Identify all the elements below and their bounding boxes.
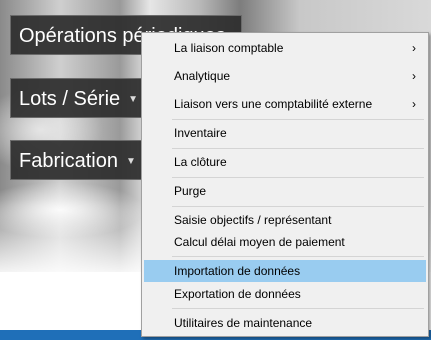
menu-item-label: Importation de données <box>174 264 301 278</box>
menu-item-exportation[interactable]: Exportation de données <box>144 283 426 305</box>
menu-separator <box>172 148 424 149</box>
context-menu: La liaison comptable › Analytique › Liai… <box>141 32 429 337</box>
menu-item-label: Calcul délai moyen de paiement <box>174 235 345 249</box>
fabrication-button[interactable]: Fabrication ▼ <box>10 140 148 180</box>
fabrication-label: Fabrication <box>19 150 118 172</box>
menu-item-utilitaires[interactable]: Utilitaires de maintenance <box>144 312 426 334</box>
lots-serie-label: Lots / Série <box>19 88 121 110</box>
menu-separator <box>172 256 424 257</box>
chevron-down-icon: ▼ <box>128 93 139 105</box>
menu-item-liaison-comptable[interactable]: La liaison comptable › <box>144 37 426 59</box>
menu-item-label: Purge <box>174 184 207 198</box>
submenu-arrow-icon: › <box>412 69 416 83</box>
menu-separator <box>172 119 424 120</box>
menu-item-purge[interactable]: Purge <box>144 180 426 202</box>
chevron-down-icon: ▼ <box>125 155 136 167</box>
menu-item-cloture[interactable]: La clôture <box>144 151 426 173</box>
menu-separator <box>172 308 424 309</box>
menu-item-calcul-delai[interactable]: Calcul délai moyen de paiement <box>144 231 426 253</box>
menu-item-importation[interactable]: Importation de données <box>144 260 426 282</box>
submenu-arrow-icon: › <box>412 41 416 55</box>
submenu-arrow-icon: › <box>412 97 416 111</box>
menu-item-label: Analytique <box>174 69 231 83</box>
menu-item-label: Inventaire <box>174 126 227 140</box>
menu-item-liaison-externe[interactable]: Liaison vers une comptabilité externe › <box>144 93 426 115</box>
menu-item-analytique[interactable]: Analytique › <box>144 65 426 87</box>
menu-item-saisie-objectifs[interactable]: Saisie objectifs / représentant <box>144 209 426 231</box>
menu-item-label: La clôture <box>174 155 227 169</box>
menu-item-label: La liaison comptable <box>174 41 284 55</box>
menu-separator <box>172 177 424 178</box>
menu-item-inventaire[interactable]: Inventaire <box>144 122 426 144</box>
lots-serie-button[interactable]: Lots / Série ▼ <box>10 78 148 118</box>
menu-separator <box>172 206 424 207</box>
menu-item-label: Saisie objectifs / représentant <box>174 213 332 227</box>
menu-item-label: Liaison vers une comptabilité externe <box>174 97 373 111</box>
menu-item-label: Utilitaires de maintenance <box>174 316 313 330</box>
menu-item-label: Exportation de données <box>174 287 301 301</box>
